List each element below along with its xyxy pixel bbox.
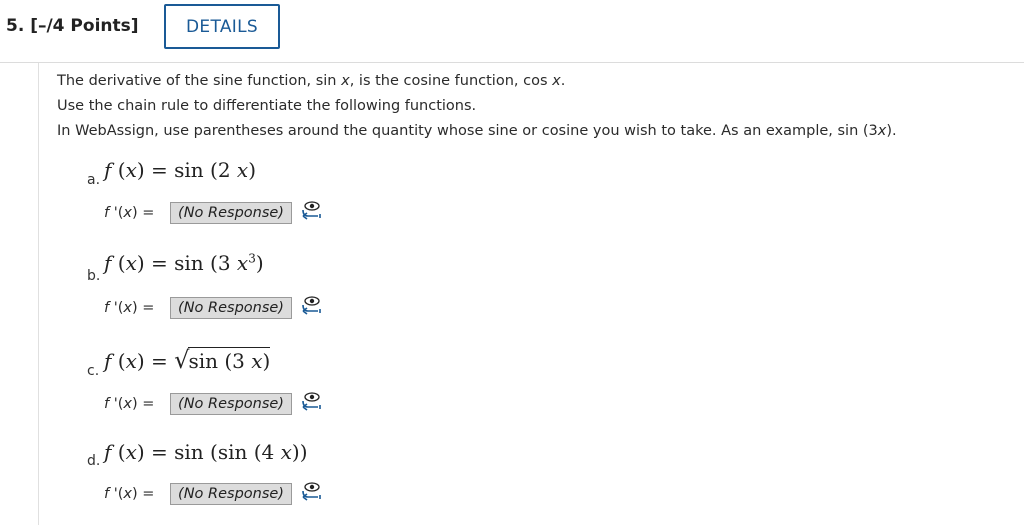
intro-line-3: In WebAssign, use parentheses around the… — [57, 123, 897, 139]
part-a-fprime-label: f '(x) = — [104, 205, 155, 221]
part-c-fprime-label: f '(x) = — [104, 396, 155, 412]
part-a-letter: a. — [87, 172, 101, 188]
part-a-formula: f (x) = sin (2 x) — [104, 158, 257, 182]
intro-line-2: Use the chain rule to differentiate the … — [57, 98, 477, 114]
part-b-letter: b. — [87, 268, 101, 284]
question-number: 5. [–/4 Points] — [6, 16, 139, 36]
part-d-formula: f (x) = sin (sin (4 x)) — [104, 440, 308, 464]
view-answer-eye-icon[interactable] — [298, 388, 324, 414]
details-button[interactable]: DETAILS — [164, 4, 280, 49]
intro-line-1: The derivative of the sine function, sin… — [57, 73, 566, 89]
view-answer-eye-icon[interactable] — [298, 478, 324, 504]
part-d-letter: d. — [87, 453, 101, 469]
part-a-answer-field[interactable]: (No Response) — [170, 202, 292, 224]
part-b-answer-field[interactable]: (No Response) — [170, 297, 292, 319]
content-divider — [38, 63, 39, 525]
part-c-answer-field[interactable]: (No Response) — [170, 393, 292, 415]
part-c-letter: c. — [87, 363, 100, 379]
view-answer-eye-icon[interactable] — [298, 292, 324, 318]
part-d-fprime-label: f '(x) = — [104, 486, 155, 502]
part-b-fprime-label: f '(x) = — [104, 300, 155, 316]
part-d-answer-field[interactable]: (No Response) — [170, 483, 292, 505]
part-c-formula: f (x) = √sin (3 x) — [104, 346, 271, 374]
part-b-formula: f (x) = sin (3 x3) — [104, 251, 264, 275]
question-header: 5. [–/4 Points] DETAILS — [0, 0, 1024, 63]
view-answer-eye-icon[interactable] — [298, 197, 324, 223]
